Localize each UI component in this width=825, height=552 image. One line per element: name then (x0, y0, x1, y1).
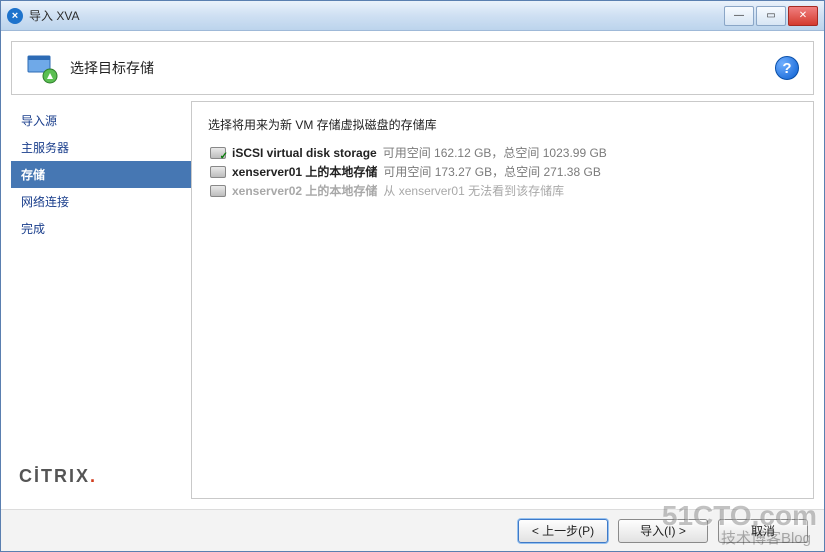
storage-list: iSCSI virtual disk storage 可用空间 162.12 G… (208, 143, 797, 200)
storage-name: xenserver02 上的本地存储 (232, 182, 377, 199)
panel-instruction: 选择将用来为新 VM 存储虚拟磁盘的存储库 (208, 116, 797, 133)
step-networking[interactable]: 网络连接 (11, 188, 191, 215)
disk-icon (210, 147, 226, 159)
storage-detail: 可用空间 173.27 GB，总空间 271.38 GB (383, 163, 600, 180)
storage-panel: 选择将用来为新 VM 存储虚拟磁盘的存储库 iSCSI virtual disk… (191, 101, 814, 499)
import-button[interactable]: 导入(I) > (618, 519, 708, 543)
cancel-button[interactable]: 取消 (718, 519, 808, 543)
disk-icon (210, 185, 226, 197)
storage-name: iSCSI virtual disk storage (232, 146, 377, 160)
header-panel: 选择目标存储 ? (11, 41, 814, 95)
brand-text: CİTRIX (19, 466, 90, 486)
step-finish[interactable]: 完成 (11, 215, 191, 242)
help-icon[interactable]: ? (775, 56, 799, 80)
citrix-brand: CİTRIX. (11, 460, 191, 499)
step-home-server[interactable]: 主服务器 (11, 134, 191, 161)
window-title: 导入 XVA (29, 7, 724, 24)
storage-row-xenserver02: xenserver02 上的本地存储 从 xenserver01 无法看到该存储… (208, 181, 797, 200)
storage-name: xenserver01 上的本地存储 (232, 163, 377, 180)
header-title: 选择目标存储 (70, 58, 154, 78)
titlebar: × 导入 XVA — ▭ ✕ (1, 1, 824, 31)
maximize-button[interactable]: ▭ (756, 6, 786, 26)
app-icon: × (7, 8, 23, 24)
step-storage[interactable]: 存储 (11, 161, 191, 188)
previous-button[interactable]: < 上一步(P) (518, 519, 608, 543)
step-import-source[interactable]: 导入源 (11, 107, 191, 134)
storage-header-icon (26, 52, 58, 84)
wizard-sidebar: 导入源 主服务器 存储 网络连接 完成 CİTRIX. (11, 101, 191, 499)
storage-detail: 可用空间 162.12 GB，总空间 1023.99 GB (383, 144, 607, 161)
storage-row-xenserver01[interactable]: xenserver01 上的本地存储 可用空间 173.27 GB，总空间 27… (208, 162, 797, 181)
window-controls: — ▭ ✕ (724, 6, 818, 26)
minimize-button[interactable]: — (724, 6, 754, 26)
close-button[interactable]: ✕ (788, 6, 818, 26)
wizard-body: 导入源 主服务器 存储 网络连接 完成 CİTRIX. 选择将用来为新 VM 存… (11, 101, 814, 499)
wizard-footer: < 上一步(P) 导入(I) > 取消 (1, 509, 824, 551)
import-xva-window: × 导入 XVA — ▭ ✕ 选择目标存储 ? 导入源 主服务器 存储 网络连接… (0, 0, 825, 552)
storage-row-iscsi[interactable]: iSCSI virtual disk storage 可用空间 162.12 G… (208, 143, 797, 162)
storage-detail: 从 xenserver01 无法看到该存储库 (383, 182, 564, 199)
disk-icon (210, 166, 226, 178)
